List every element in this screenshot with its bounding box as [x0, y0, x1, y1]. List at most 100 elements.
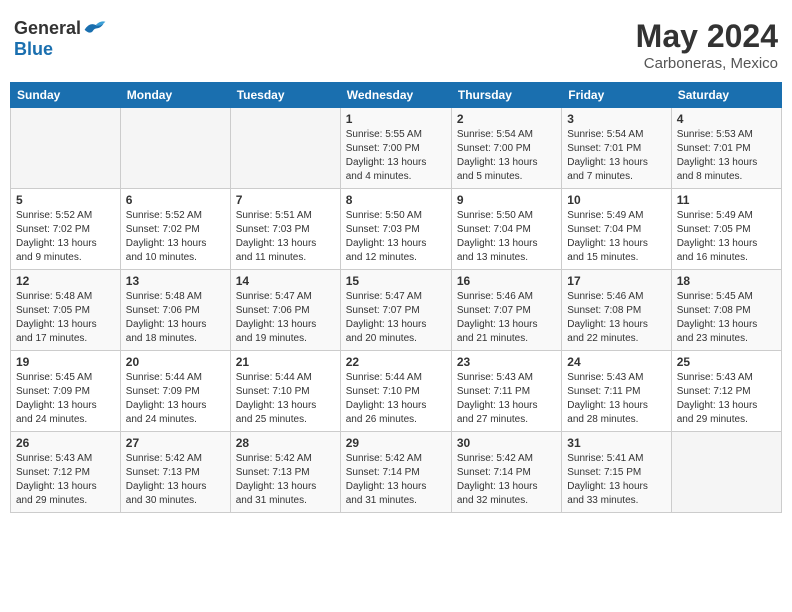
calendar-day-cell: 11Sunrise: 5:49 AM Sunset: 7:05 PM Dayli… [671, 189, 781, 270]
calendar-day-cell: 26 Sunrise: 5:43 AM Sunset: 7:12 PM Dayli… [11, 432, 121, 513]
calendar-day-cell: 8 Sunrise: 5:50 AM Sunset: 7:03 PM Daylig… [340, 189, 451, 270]
weekday-header-cell: Friday [562, 83, 671, 108]
calendar-day-cell: 14 Sunrise: 5:47 AM Sunset: 7:06 PM Dayli… [230, 270, 340, 351]
logo: General Blue [14, 18, 107, 60]
weekday-header-cell: Thursday [451, 83, 561, 108]
calendar-day-cell [11, 108, 121, 189]
calendar-day-cell: 24 Sunrise: 5:43 AM Sunset: 7:11 PM Dayli… [562, 351, 671, 432]
weekday-header-cell: Sunday [11, 83, 121, 108]
day-number: 8 [346, 193, 446, 207]
calendar-body: 1Sunrise: 5:55 AM Sunset: 7:00 PM Daylig… [11, 108, 782, 513]
day-info: Sunrise: 5:49 AM Sunset: 7:05 PM Dayligh… [677, 209, 776, 265]
calendar-week-row: 1Sunrise: 5:55 AM Sunset: 7:00 PM Daylig… [11, 108, 782, 189]
weekday-header-cell: Saturday [671, 83, 781, 108]
day-info: Sunrise: 5:48 AM Sunset: 7:05 PM Dayligh… [16, 290, 115, 346]
day-info: Sunrise: 5:45 AM Sunset: 7:09 PM Dayligh… [16, 371, 115, 427]
day-info: Sunrise: 5:44 AM Sunset: 7:10 PM Dayligh… [236, 371, 335, 427]
day-number: 24 [567, 355, 665, 369]
day-info: Sunrise: 5:42 AM Sunset: 7:13 PM Dayligh… [126, 452, 225, 508]
calendar-day-cell: 9 Sunrise: 5:50 AM Sunset: 7:04 PM Daylig… [451, 189, 561, 270]
day-number: 26 [16, 436, 115, 450]
day-info: Sunrise: 5:47 AM Sunset: 7:06 PM Dayligh… [236, 290, 335, 346]
day-info: Sunrise: 5:46 AM Sunset: 7:08 PM Dayligh… [567, 290, 665, 346]
calendar-day-cell: 25Sunrise: 5:43 AM Sunset: 7:12 PM Dayli… [671, 351, 781, 432]
calendar-day-cell: 21 Sunrise: 5:44 AM Sunset: 7:10 PM Dayli… [230, 351, 340, 432]
calendar-day-cell: 15Sunrise: 5:47 AM Sunset: 7:07 PM Dayli… [340, 270, 451, 351]
logo-blue-text: Blue [14, 39, 53, 60]
calendar-day-cell: 18 Sunrise: 5:45 AM Sunset: 7:08 PM Dayli… [671, 270, 781, 351]
day-number: 23 [457, 355, 556, 369]
calendar-day-cell: 3 Sunrise: 5:54 AM Sunset: 7:01 PM Daylig… [562, 108, 671, 189]
calendar-day-cell: 31Sunrise: 5:41 AM Sunset: 7:15 PM Dayli… [562, 432, 671, 513]
day-number: 19 [16, 355, 115, 369]
month-title: May 2024 [636, 18, 778, 55]
page-header: General Blue May 2024 Carboneras, Mexico [10, 10, 782, 76]
day-info: Sunrise: 5:44 AM Sunset: 7:10 PM Dayligh… [346, 371, 446, 427]
day-info: Sunrise: 5:48 AM Sunset: 7:06 PM Dayligh… [126, 290, 225, 346]
calendar-day-cell: 10 Sunrise: 5:49 AM Sunset: 7:04 PM Dayli… [562, 189, 671, 270]
day-number: 7 [236, 193, 335, 207]
calendar-day-cell: 22Sunrise: 5:44 AM Sunset: 7:10 PM Dayli… [340, 351, 451, 432]
day-number: 4 [677, 112, 776, 126]
day-info: Sunrise: 5:53 AM Sunset: 7:01 PM Dayligh… [677, 128, 776, 184]
weekday-header-row: SundayMondayTuesdayWednesdayThursdayFrid… [11, 83, 782, 108]
calendar-day-cell [671, 432, 781, 513]
calendar-day-cell: 2 Sunrise: 5:54 AM Sunset: 7:00 PM Daylig… [451, 108, 561, 189]
day-number: 5 [16, 193, 115, 207]
day-number: 20 [126, 355, 225, 369]
day-info: Sunrise: 5:51 AM Sunset: 7:03 PM Dayligh… [236, 209, 335, 265]
calendar-week-row: 12 Sunrise: 5:48 AM Sunset: 7:05 PM Dayli… [11, 270, 782, 351]
day-info: Sunrise: 5:50 AM Sunset: 7:03 PM Dayligh… [346, 209, 446, 265]
day-info: Sunrise: 5:50 AM Sunset: 7:04 PM Dayligh… [457, 209, 556, 265]
calendar-day-cell: 17 Sunrise: 5:46 AM Sunset: 7:08 PM Dayli… [562, 270, 671, 351]
day-number: 18 [677, 274, 776, 288]
day-number: 27 [126, 436, 225, 450]
calendar-day-cell: 19 Sunrise: 5:45 AM Sunset: 7:09 PM Dayli… [11, 351, 121, 432]
day-number: 14 [236, 274, 335, 288]
day-info: Sunrise: 5:52 AM Sunset: 7:02 PM Dayligh… [126, 209, 225, 265]
calendar-day-cell: 13 Sunrise: 5:48 AM Sunset: 7:06 PM Dayli… [120, 270, 230, 351]
title-block: May 2024 Carboneras, Mexico [636, 18, 778, 72]
day-number: 21 [236, 355, 335, 369]
calendar-day-cell [230, 108, 340, 189]
day-info: Sunrise: 5:42 AM Sunset: 7:14 PM Dayligh… [457, 452, 556, 508]
day-number: 17 [567, 274, 665, 288]
weekday-header-cell: Tuesday [230, 83, 340, 108]
calendar-day-cell: 6 Sunrise: 5:52 AM Sunset: 7:02 PM Daylig… [120, 189, 230, 270]
calendar-day-cell: 16Sunrise: 5:46 AM Sunset: 7:07 PM Dayli… [451, 270, 561, 351]
day-number: 12 [16, 274, 115, 288]
calendar-day-cell: 12 Sunrise: 5:48 AM Sunset: 7:05 PM Dayli… [11, 270, 121, 351]
day-info: Sunrise: 5:55 AM Sunset: 7:00 PM Dayligh… [346, 128, 446, 184]
day-info: Sunrise: 5:43 AM Sunset: 7:11 PM Dayligh… [457, 371, 556, 427]
day-number: 3 [567, 112, 665, 126]
calendar-week-row: 5 Sunrise: 5:52 AM Sunset: 7:02 PM Daylig… [11, 189, 782, 270]
day-number: 13 [126, 274, 225, 288]
day-info: Sunrise: 5:47 AM Sunset: 7:07 PM Dayligh… [346, 290, 446, 346]
day-info: Sunrise: 5:43 AM Sunset: 7:12 PM Dayligh… [677, 371, 776, 427]
day-info: Sunrise: 5:52 AM Sunset: 7:02 PM Dayligh… [16, 209, 115, 265]
day-number: 6 [126, 193, 225, 207]
weekday-header-cell: Wednesday [340, 83, 451, 108]
calendar-day-cell: 4 Sunrise: 5:53 AM Sunset: 7:01 PM Daylig… [671, 108, 781, 189]
day-number: 10 [567, 193, 665, 207]
day-info: Sunrise: 5:44 AM Sunset: 7:09 PM Dayligh… [126, 371, 225, 427]
day-info: Sunrise: 5:43 AM Sunset: 7:11 PM Dayligh… [567, 371, 665, 427]
day-number: 2 [457, 112, 556, 126]
calendar-week-row: 26 Sunrise: 5:43 AM Sunset: 7:12 PM Dayli… [11, 432, 782, 513]
day-info: Sunrise: 5:49 AM Sunset: 7:04 PM Dayligh… [567, 209, 665, 265]
day-info: Sunrise: 5:54 AM Sunset: 7:01 PM Dayligh… [567, 128, 665, 184]
calendar-table: SundayMondayTuesdayWednesdayThursdayFrid… [10, 82, 782, 513]
day-number: 28 [236, 436, 335, 450]
calendar-day-cell: 28 Sunrise: 5:42 AM Sunset: 7:13 PM Dayli… [230, 432, 340, 513]
calendar-day-cell: 5 Sunrise: 5:52 AM Sunset: 7:02 PM Daylig… [11, 189, 121, 270]
day-number: 9 [457, 193, 556, 207]
day-info: Sunrise: 5:42 AM Sunset: 7:13 PM Dayligh… [236, 452, 335, 508]
day-info: Sunrise: 5:45 AM Sunset: 7:08 PM Dayligh… [677, 290, 776, 346]
day-number: 30 [457, 436, 556, 450]
day-number: 16 [457, 274, 556, 288]
day-number: 29 [346, 436, 446, 450]
day-info: Sunrise: 5:54 AM Sunset: 7:00 PM Dayligh… [457, 128, 556, 184]
calendar-day-cell: 27 Sunrise: 5:42 AM Sunset: 7:13 PM Dayli… [120, 432, 230, 513]
day-info: Sunrise: 5:43 AM Sunset: 7:12 PM Dayligh… [16, 452, 115, 508]
logo-general-text: General [14, 18, 81, 39]
